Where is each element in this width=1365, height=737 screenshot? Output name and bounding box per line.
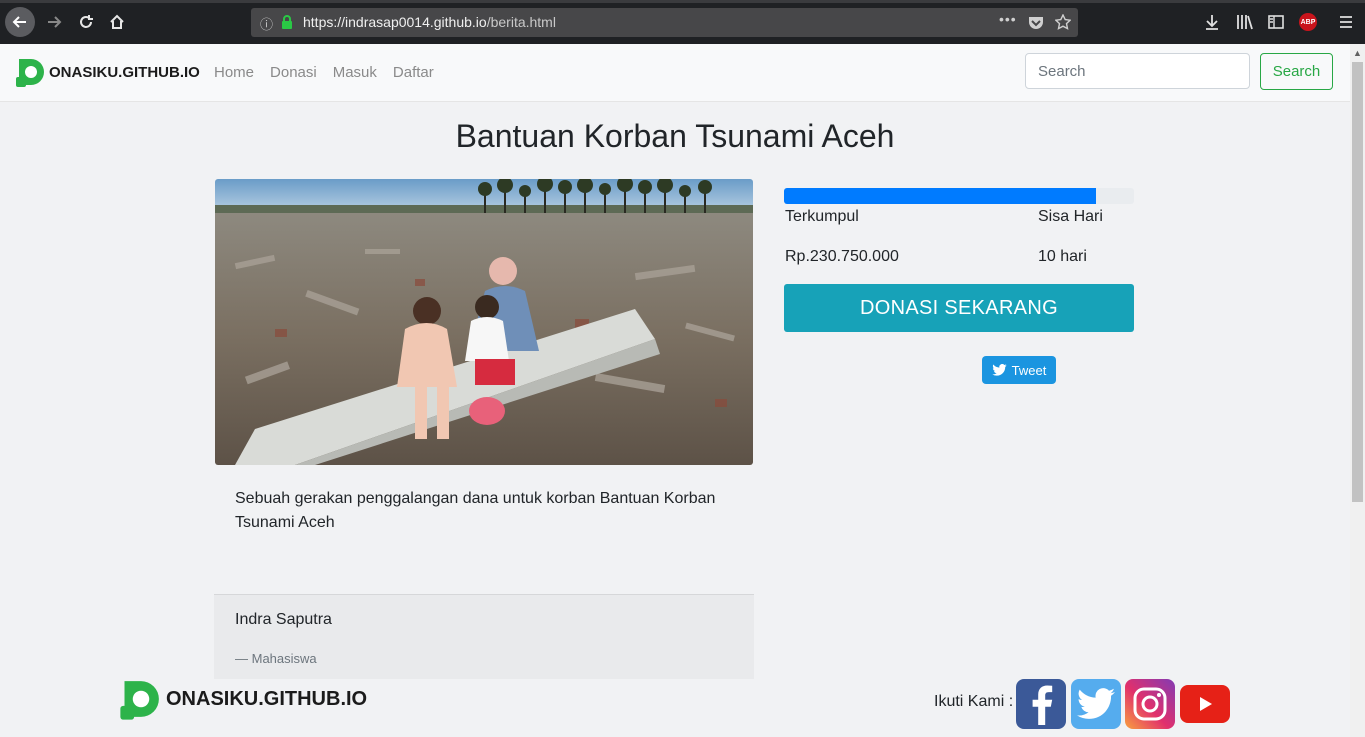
twitter-bird-icon: [991, 364, 1007, 376]
twitter-icon[interactable]: [1071, 679, 1121, 729]
site-navbar: ONASIKU.GITHUB.IO Home Donasi Masuk Daft…: [0, 44, 1350, 102]
back-button[interactable]: [5, 7, 35, 37]
brand-logo[interactable]: ONASIKU.GITHUB.IO: [15, 57, 200, 87]
author-role: — Mahasiswa: [235, 651, 317, 666]
pocket-icon[interactable]: [1028, 15, 1044, 30]
campaign-card-footer: Indra Saputra — Mahasiswa: [214, 594, 754, 679]
forward-button[interactable]: [40, 8, 68, 36]
nav-link-donasi[interactable]: Donasi: [270, 64, 317, 81]
page-scrollbar[interactable]: ▲: [1350, 44, 1365, 737]
donate-now-button[interactable]: DONASI SEKARANG: [784, 284, 1134, 332]
brand-d-icon: [16, 59, 44, 87]
facebook-icon[interactable]: [1016, 679, 1066, 729]
follow-us-label: Ikuti Kami :: [934, 693, 1014, 710]
donation-progress-fill: [784, 188, 1096, 204]
search-input[interactable]: [1025, 53, 1250, 89]
browser-toolbar: ⓘ https://indrasap0014.github.io/berita.…: [0, 0, 1365, 44]
nav-links: Home Donasi Masuk Daftar: [214, 64, 434, 81]
footer-brand-d-icon: [120, 681, 159, 720]
collected-value: Rp.230.750.000: [785, 248, 899, 265]
footer-brand-text: ONASIKU.GITHUB.IO: [166, 687, 368, 710]
nav-link-home[interactable]: Home: [214, 64, 254, 81]
campaign-image: [215, 179, 753, 465]
tweet-label: Tweet: [1011, 362, 1047, 378]
arrow-right-icon: [48, 16, 62, 28]
scroll-thumb[interactable]: [1352, 62, 1363, 502]
youtube-icon[interactable]: [1180, 685, 1230, 723]
url-text[interactable]: https://indrasap0014.github.io/berita.ht…: [303, 14, 556, 30]
home-button[interactable]: [103, 8, 131, 36]
tweet-button[interactable]: Tweet: [982, 356, 1056, 384]
sidebar-icon[interactable]: [1268, 14, 1284, 30]
nav-link-daftar[interactable]: Daftar: [393, 64, 434, 81]
days-left-label: Sisa Hari: [1038, 208, 1103, 225]
hamburger-menu-icon[interactable]: [1339, 15, 1353, 29]
days-left-value: 10 hari: [1038, 248, 1087, 265]
instagram-icon[interactable]: [1125, 679, 1175, 729]
arrow-left-icon: [12, 16, 26, 28]
campaign-title: Bantuan Korban Tsunami Aceh: [455, 118, 895, 154]
adblock-icon[interactable]: ABP: [1299, 13, 1317, 31]
campaign-description: Sebuah gerakan penggalangan dana untuk k…: [235, 490, 716, 531]
info-icon[interactable]: ⓘ: [260, 14, 273, 33]
search-button[interactable]: Search: [1260, 53, 1333, 90]
library-icon[interactable]: [1236, 14, 1254, 30]
page-actions-icon[interactable]: •••: [999, 11, 1017, 27]
bookmark-star-icon[interactable]: [1055, 14, 1071, 30]
footer-brand-logo[interactable]: ONASIKU.GITHUB.IO: [119, 678, 367, 720]
collected-label: Terkumpul: [785, 208, 859, 225]
download-icon[interactable]: [1204, 14, 1220, 30]
address-bar[interactable]: ⓘ https://indrasap0014.github.io/berita.…: [251, 8, 1078, 37]
author-name: Indra Saputra: [235, 611, 332, 628]
home-icon: [110, 14, 124, 29]
donation-progress-bar: [784, 188, 1134, 204]
tab-strip: [0, 0, 1365, 3]
tsunami-photo: [215, 179, 753, 465]
brand-text: ONASIKU.GITHUB.IO: [49, 63, 200, 81]
reload-button[interactable]: [72, 8, 100, 36]
scroll-up-arrow-icon[interactable]: ▲: [1353, 48, 1362, 58]
lock-icon: [282, 15, 292, 29]
reload-icon: [80, 15, 93, 28]
nav-link-masuk[interactable]: Masuk: [333, 64, 377, 81]
